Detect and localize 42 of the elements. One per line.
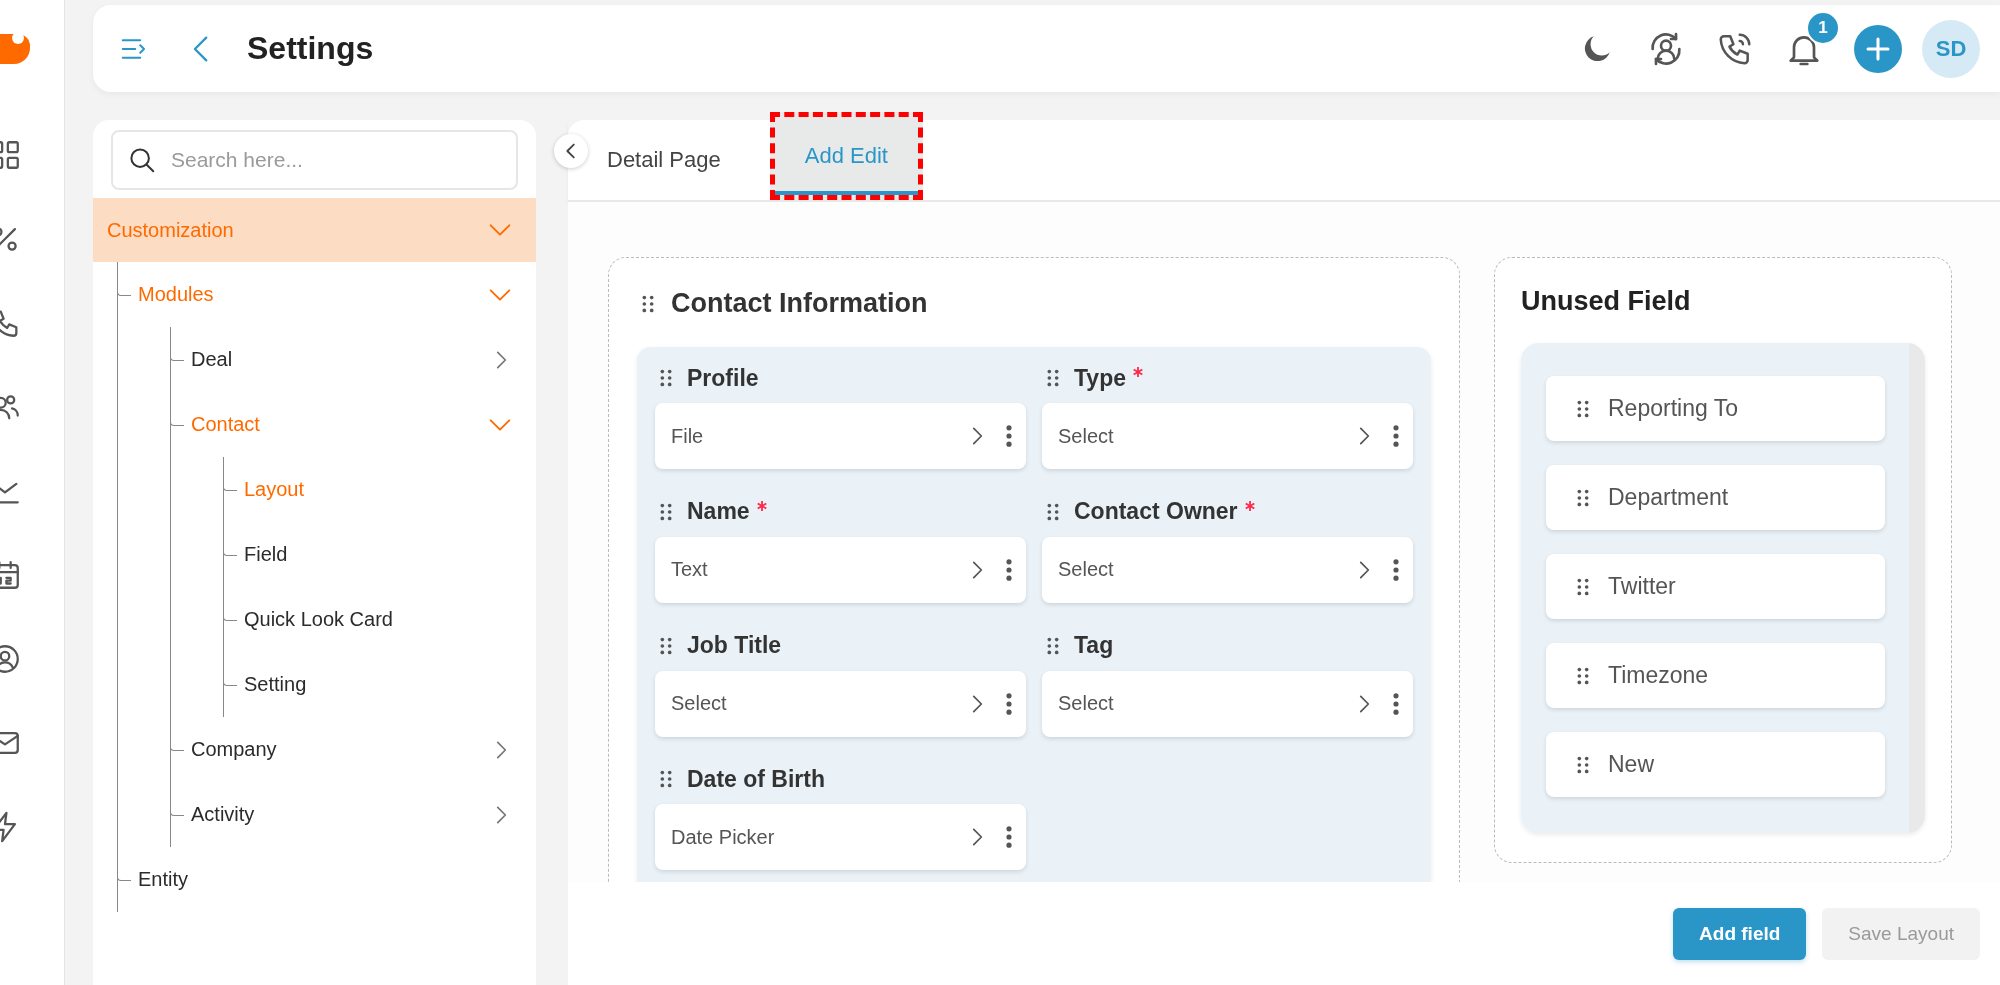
field-type-select[interactable]: Select xyxy=(1042,670,1413,737)
more-vertical-icon[interactable] xyxy=(1393,558,1399,581)
search-icon xyxy=(127,145,157,175)
tab[interactable]: Detail Page xyxy=(602,120,752,200)
unused-field-item[interactable]: New xyxy=(1546,732,1885,797)
notification-badge: 1 xyxy=(1806,10,1840,45)
unused-field-item[interactable]: Reporting To xyxy=(1546,376,1885,441)
field-type-select[interactable]: File xyxy=(655,403,1026,469)
tree-item[interactable]: Field xyxy=(224,522,536,587)
field-type-select[interactable]: Date Picker xyxy=(655,804,1026,871)
more-vertical-icon[interactable] xyxy=(1006,692,1012,715)
unused-field-item[interactable]: Twitter xyxy=(1546,554,1885,619)
field-label: Date of Birth xyxy=(687,765,825,793)
field-type-select[interactable]: Select xyxy=(1042,403,1413,469)
tree-item[interactable]: Deal xyxy=(171,327,536,392)
tree-item[interactable]: Activity xyxy=(171,782,536,847)
tree-item[interactable]: Setting xyxy=(224,652,536,717)
field-label: Name xyxy=(687,498,750,526)
more-vertical-icon[interactable] xyxy=(1006,425,1012,447)
field-label: Tag xyxy=(1074,632,1114,659)
tree-item[interactable]: Quick Look Card xyxy=(224,587,536,652)
field-label: Contact Owner xyxy=(1074,498,1238,526)
unused-field-item[interactable]: Timezone xyxy=(1546,643,1885,708)
more-vertical-icon[interactable] xyxy=(1006,826,1012,849)
field-label: Type xyxy=(1074,364,1126,392)
search-field[interactable]: Search here... xyxy=(111,130,518,190)
field-type-select[interactable]: Select xyxy=(655,670,1026,737)
field-label: Profile xyxy=(687,364,759,392)
section-title: Contact Information xyxy=(671,288,928,319)
more-vertical-icon[interactable] xyxy=(1006,558,1012,581)
field-label: Job Title xyxy=(687,632,782,659)
more-vertical-icon[interactable] xyxy=(1393,425,1399,447)
page-title: Settings xyxy=(247,30,375,67)
field-type-select[interactable]: Select xyxy=(1042,536,1413,603)
tree-item[interactable]: Company xyxy=(171,717,536,782)
collapse-button[interactable] xyxy=(554,134,588,168)
field-type-select[interactable]: Text xyxy=(655,536,1026,603)
more-vertical-icon[interactable] xyxy=(1393,692,1399,715)
unused-field-title: Unused Field xyxy=(1521,286,1692,317)
add-button[interactable] xyxy=(1854,24,1902,73)
unused-field-item[interactable]: Department xyxy=(1546,465,1885,530)
tree-item[interactable]: Entity xyxy=(118,847,536,912)
